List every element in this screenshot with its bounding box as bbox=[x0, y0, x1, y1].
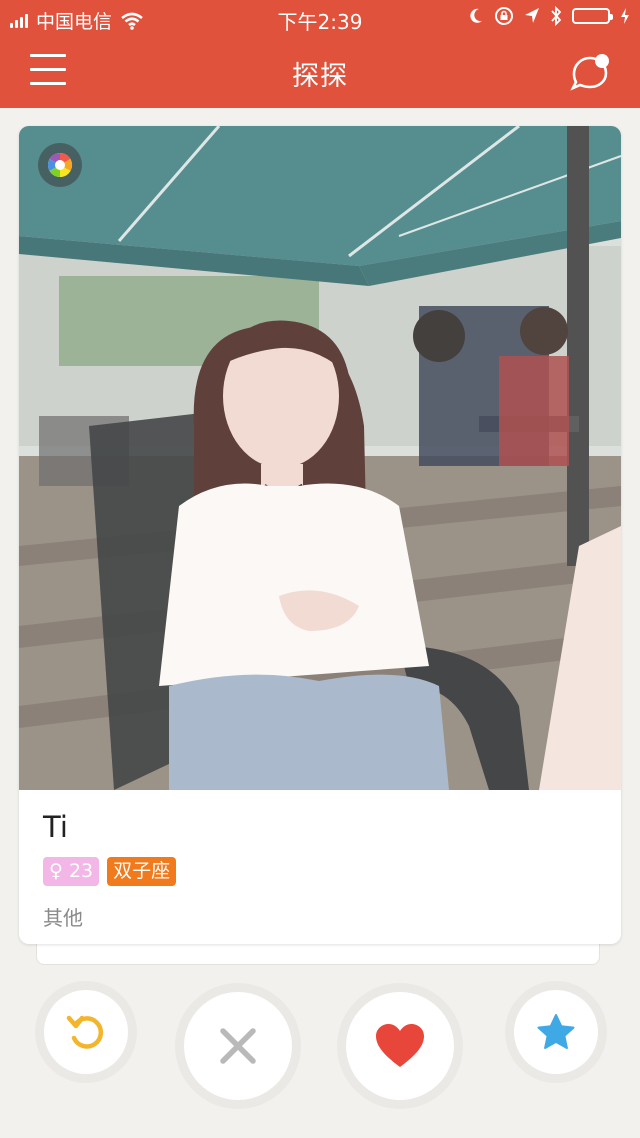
star-icon bbox=[537, 1014, 575, 1049]
close-icon bbox=[220, 1028, 256, 1064]
chat-bubble-icon[interactable] bbox=[570, 52, 612, 92]
charging-icon bbox=[621, 8, 629, 24]
undo-icon bbox=[66, 1015, 104, 1049]
zodiac-badge: 双子座 bbox=[107, 857, 177, 886]
occupation-label: 其他 bbox=[43, 906, 83, 930]
profile-name: Ti bbox=[43, 810, 68, 844]
nope-button[interactable] bbox=[184, 992, 292, 1100]
profile-photo[interactable] bbox=[19, 126, 621, 790]
superlike-button[interactable] bbox=[514, 990, 598, 1074]
gender-age-badge: ♀ 23 bbox=[43, 857, 100, 886]
profile-info: Ti ♀ 23 双子座 其他 bbox=[19, 790, 621, 944]
moon-icon bbox=[470, 8, 482, 23]
profile-badges: ♀ 23 双子座 bbox=[43, 857, 177, 886]
profile-card[interactable]: Ti ♀ 23 双子座 其他 bbox=[19, 126, 621, 944]
undo-button[interactable] bbox=[44, 990, 128, 1074]
color-wheel-icon[interactable] bbox=[38, 143, 82, 187]
battery-icon bbox=[572, 8, 613, 24]
bluetooth-icon bbox=[551, 6, 562, 26]
status-right bbox=[468, 6, 630, 26]
app-header: 探探 bbox=[0, 36, 640, 108]
heart-icon bbox=[376, 1024, 424, 1067]
like-button[interactable] bbox=[346, 992, 454, 1100]
rotation-lock-icon bbox=[495, 7, 513, 25]
location-icon bbox=[525, 8, 539, 23]
status-bar: 中国电信 下午2:39 bbox=[0, 0, 640, 36]
page-title: 探探 bbox=[292, 61, 348, 92]
